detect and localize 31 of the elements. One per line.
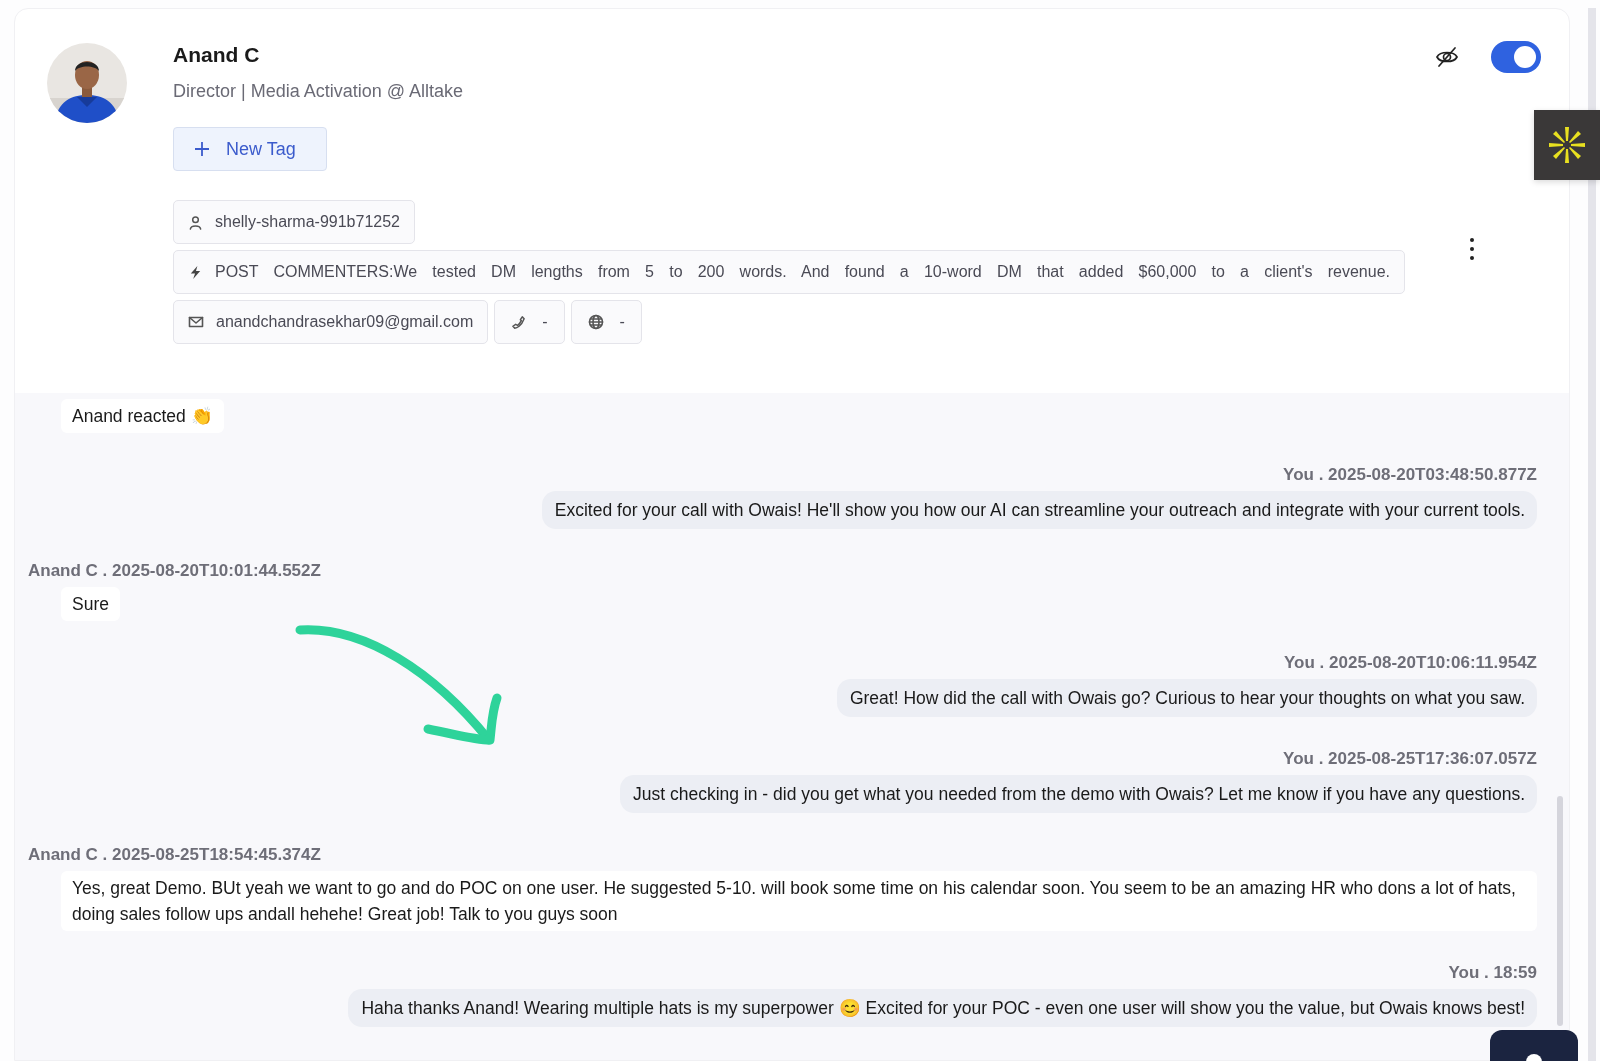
eye-slash-icon[interactable] bbox=[1435, 45, 1459, 69]
message-meta: Anand C . 2025-08-20T10:01:44.552Z bbox=[28, 561, 321, 581]
contact-headline: Director | Media Activation @ Alltake bbox=[173, 81, 465, 102]
message-meta: Anand C . 2025-08-25T18:54:45.374Z bbox=[28, 845, 321, 865]
message-meta: You . 2025-08-20T10:06:11.954Z bbox=[1284, 653, 1537, 673]
more-options-icon[interactable] bbox=[1469, 237, 1475, 261]
message-bubble: Great! How did the call with Owais go? Curious to hear your thoughts on what you saw. bbox=[836, 679, 1537, 717]
reaction-message: Anand reacted 👏 bbox=[61, 399, 224, 433]
person-icon bbox=[188, 214, 203, 230]
chip-text: shelly-sharma-991b71252 bbox=[215, 213, 400, 231]
message-meta: You . 2025-08-25T17:36:07.057Z bbox=[1283, 749, 1537, 769]
globe-icon bbox=[587, 314, 604, 330]
visibility-toggle[interactable] bbox=[1491, 41, 1541, 73]
chip-text: - bbox=[542, 313, 548, 331]
message-bubble: Excited for your call with Owais! He'll show you how our AI can streamline your outreach and integrate with your current tools. bbox=[541, 491, 1537, 529]
scrollbar-thumb[interactable] bbox=[1557, 796, 1563, 1026]
message-meta: You . 18:59 bbox=[1448, 963, 1537, 983]
message-bubble: Yes, great Demo. BUt yeah we want to go and do POC on one user. He suggested 5-10. will book some time on his calendar soon. You seem to be an amazing HR who dons a lot of hats, doing sales follow ups andall hehehe! Great job! Talk to you guys soon bbox=[61, 871, 1537, 931]
asterisk-widget-icon[interactable] bbox=[1534, 110, 1600, 180]
message-bubble: Sure bbox=[61, 587, 120, 621]
new-tag-button[interactable]: New Tag bbox=[173, 127, 327, 171]
chip-text: anandchandrasekhar09@gmail.com bbox=[216, 313, 474, 331]
message-bubble: Haha thanks Anand! Wearing multiple hats is my superpower 😊 Excited for your POC - even one user will show you the value, but Owais knows best! bbox=[348, 989, 1537, 1027]
phone-icon bbox=[511, 314, 527, 330]
chip-text: - bbox=[619, 313, 625, 331]
message-meta: You . 2025-08-20T03:48:50.877Z bbox=[1283, 465, 1537, 485]
chip-text: POST COMMENTERS:We tested DM lengths from 5 to 200 words. And found a 10-word DM that added $60,000 to a client's revenue. bbox=[215, 263, 1390, 281]
contact-name: Anand C bbox=[173, 43, 261, 67]
plus-icon bbox=[194, 141, 210, 157]
message-bubble: Just checking in - did you get what you needed from the demo with Owais? Let me know if you have any questions. bbox=[619, 775, 1537, 813]
envelope-icon bbox=[188, 314, 204, 330]
